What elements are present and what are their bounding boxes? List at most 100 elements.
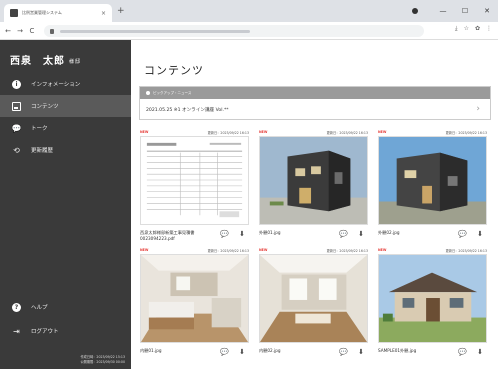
main-content: コンテンツ ピックアップ・ニュース 2021.05.25 ※1 オンライン講座 … — [131, 40, 498, 369]
card-actions: 💬 ⬇ — [458, 348, 487, 356]
sidebar-item-label: コンテンツ — [31, 104, 59, 110]
reload-icon[interactable]: C — [26, 27, 38, 35]
notice-header: ピックアップ・ニュース — [140, 87, 490, 99]
card-footer: 西泉太郎様邸新築工事見積書0023094223.pdf 💬 ⬇ — [140, 225, 249, 245]
tab-close-icon[interactable]: × — [101, 10, 106, 17]
sidebar-item-label: 更新履歴 — [31, 148, 54, 154]
user-name-text: 西泉 太郎 — [10, 56, 65, 67]
help-icon: ? — [12, 302, 21, 312]
user-name: 西泉 太郎 様邸 — [10, 52, 81, 67]
sidebar-item-history[interactable]: ⟲ 更新履歴 — [0, 139, 131, 161]
comment-icon[interactable]: 💬 — [339, 349, 348, 356]
sidebar-item-label: ログアウト — [31, 329, 59, 335]
sidebar-item-talk[interactable]: 💬 トーク — [0, 117, 131, 139]
updated-date: 更新日：2023/09/22 16:13 — [445, 130, 487, 135]
content-card[interactable]: NEW 更新日：2023/09/22 16:13 西泉太郎様邸新築工事見積書00… — [140, 128, 249, 245]
content-card[interactable]: NEW 更新日：2023/09/22 16:13 外観01.jpg 💬 ⬇ — [259, 128, 368, 245]
image-thumbnail[interactable] — [259, 136, 368, 225]
sidebar-timestamps: 作成日時：2023/09/22 15:13 公開期限：2023/09/30 00… — [80, 355, 125, 365]
window-controls: — ☐ ✕ — [432, 0, 498, 22]
document-thumbnail[interactable] — [140, 136, 249, 225]
favicon-icon — [10, 9, 18, 17]
comment-icon[interactable]: 💬 — [220, 231, 229, 238]
card-meta: NEW 更新日：2023/09/22 16:13 — [378, 246, 487, 254]
file-name: SAMPLE01外観.jpg — [378, 348, 417, 353]
file-name: 西泉太郎様邸新築工事見積書0023094223.pdf — [140, 230, 195, 241]
history-icon: ⟲ — [13, 145, 20, 155]
extension-icon[interactable]: ✿ — [475, 25, 480, 33]
profile-icon[interactable] — [412, 8, 418, 14]
address-bar: ← → C ⤓ ☆ ✿ ⋮ — [0, 22, 498, 40]
notice-panel: ピックアップ・ニュース 2021.05.25 ※1 オンライン講座 Vol.**… — [139, 86, 491, 120]
content-card[interactable]: NEW 更新日：2023/09/22 16:13 SAMPLE01外観.jpg — [378, 246, 487, 363]
comment-icon[interactable]: 💬 — [458, 349, 467, 356]
notice-dot-icon — [146, 91, 150, 95]
browser-tab[interactable]: 比例営業管理システム × — [4, 4, 112, 22]
sidebar-item-logout[interactable]: ⇥ ログアウト — [0, 319, 131, 343]
new-badge: NEW — [259, 248, 268, 252]
image-thumbnail[interactable] — [378, 254, 487, 343]
new-badge: NEW — [259, 130, 268, 134]
content-card[interactable]: NEW 更新日：2023/09/22 16:13 外観02.jpg 💬 ⬇ — [378, 128, 487, 245]
new-badge: NEW — [140, 130, 149, 134]
download-icon[interactable]: ⬇ — [239, 349, 245, 356]
notice-item[interactable]: 2021.05.25 ※1 オンライン講座 Vol.** › — [140, 99, 490, 120]
card-footer: 外観01.jpg 💬 ⬇ — [259, 225, 368, 245]
comment-icon[interactable]: 💬 — [220, 349, 229, 356]
image-thumbnail[interactable] — [140, 254, 249, 343]
updated-date: 更新日：2023/09/22 16:13 — [207, 130, 249, 135]
browser-toolbar: ⤓ ☆ ✿ ⋮ — [455, 25, 492, 33]
sidebar: 西泉 太郎 様邸 i インフォメーション コンテンツ 💬 トーク ⟲ 更新履歴 ?… — [0, 40, 131, 369]
page-title: コンテンツ — [144, 64, 204, 77]
image-icon — [12, 101, 21, 111]
menu-icon[interactable]: ⋮ — [486, 25, 492, 33]
expires-at: 公開期限：2023/09/30 00:00 — [80, 360, 125, 364]
image-thumbnail[interactable] — [259, 254, 368, 343]
logout-icon: ⇥ — [13, 326, 20, 336]
maximize-button[interactable]: ☐ — [454, 7, 476, 15]
file-name: 内観01.jpg — [140, 348, 162, 353]
sidebar-item-label: トーク — [31, 126, 48, 132]
minimize-button[interactable]: — — [432, 7, 454, 15]
card-actions: 💬 ⬇ — [220, 348, 249, 356]
card-meta: NEW 更新日：2023/09/22 16:13 — [378, 128, 487, 136]
sidebar-item-information[interactable]: i インフォメーション — [0, 73, 131, 95]
download-icon[interactable]: ⬇ — [477, 349, 483, 356]
card-actions: 💬 ⬇ — [339, 230, 368, 238]
new-tab-button[interactable]: + — [117, 6, 125, 16]
content-card[interactable]: NEW 更新日：2023/09/22 16:13 内観02.jpg 💬 ⬇ — [259, 246, 368, 363]
bookmark-star-icon[interactable]: ☆ — [464, 25, 469, 33]
forward-icon[interactable]: → — [14, 27, 26, 35]
comment-icon[interactable]: 💬 — [339, 231, 348, 238]
tab-title: 比例営業管理システム — [22, 10, 62, 15]
new-badge: NEW — [140, 248, 149, 252]
download-icon[interactable]: ⬇ — [358, 231, 364, 238]
updated-date: 更新日：2023/09/22 16:13 — [207, 248, 249, 253]
card-actions: 💬 ⬇ — [220, 230, 249, 238]
download-icon[interactable]: ⤓ — [455, 25, 458, 33]
download-icon[interactable]: ⬇ — [358, 349, 364, 356]
card-actions: 💬 ⬇ — [458, 230, 487, 238]
card-meta: NEW 更新日：2023/09/22 16:13 — [140, 246, 249, 254]
sidebar-item-contents[interactable]: コンテンツ — [0, 95, 131, 117]
card-actions: 💬 ⬇ — [339, 348, 368, 356]
close-window-button[interactable]: ✕ — [476, 7, 498, 15]
info-icon: i — [12, 79, 21, 89]
new-badge: NEW — [378, 130, 387, 134]
comment-icon[interactable]: 💬 — [458, 231, 467, 238]
lock-icon — [50, 28, 54, 34]
back-icon[interactable]: ← — [2, 27, 14, 35]
sidebar-item-label: インフォメーション — [31, 82, 81, 88]
updated-date: 更新日：2023/09/22 16:13 — [326, 130, 368, 135]
download-icon[interactable]: ⬇ — [477, 231, 483, 238]
url-input[interactable] — [44, 25, 424, 37]
updated-date: 更新日：2023/09/22 16:13 — [445, 248, 487, 253]
card-meta: NEW 更新日：2023/09/22 16:13 — [259, 128, 368, 136]
sidebar-item-label: ヘルプ — [31, 305, 48, 311]
file-name: 外観02.jpg — [378, 230, 400, 235]
image-thumbnail[interactable] — [378, 136, 487, 225]
sidebar-item-help[interactable]: ? ヘルプ — [0, 295, 131, 319]
content-card[interactable]: NEW 更新日：2023/09/22 16:13 内観01.jpg 💬 ⬇ — [140, 246, 249, 363]
notice-text: 2021.05.25 ※1 オンライン講座 Vol.** — [146, 107, 229, 113]
download-icon[interactable]: ⬇ — [239, 231, 245, 238]
